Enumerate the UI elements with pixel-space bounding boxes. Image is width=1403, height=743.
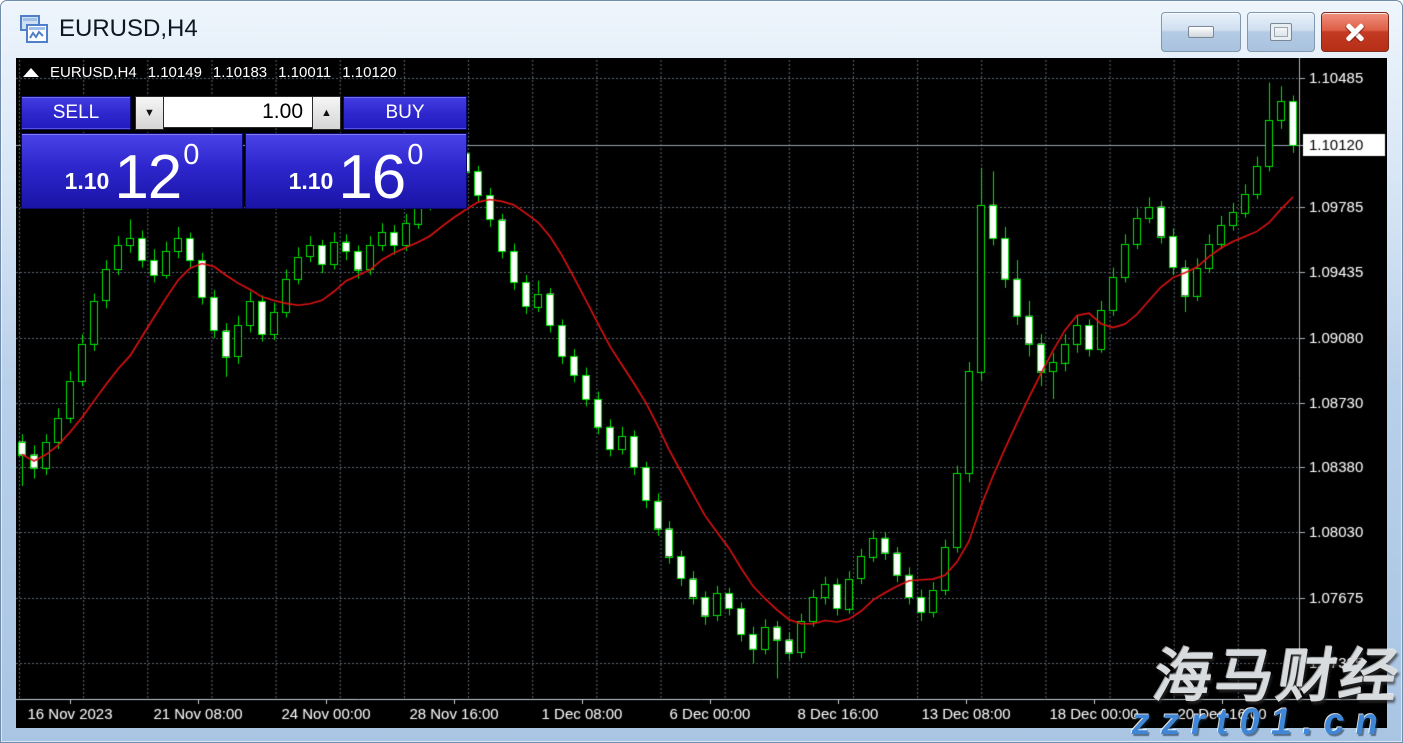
collapse-panel-arrow-icon[interactable] [23,68,39,77]
chart-window: EURUSD,H4 EURUSD,H4 1.10149 1.10183 1.10… [0,0,1403,743]
ohlc-symbol: EURUSD,H4 [50,64,137,81]
chevron-up-icon: ▲ [321,107,332,119]
ask-price-prefix: 1.10 [289,168,334,195]
volume-increase-button[interactable]: ▲ [312,96,341,130]
ask-price-big: 16 [338,153,405,204]
ohlc-open: 1.10149 [148,64,202,81]
maximize-icon [1270,23,1292,41]
minimize-button[interactable] [1161,12,1241,52]
title-bar[interactable]: EURUSD,H4 [0,0,1403,58]
ohlc-close: 1.10120 [342,64,396,81]
chart-icon [19,14,49,44]
close-button[interactable] [1321,12,1389,52]
ohlc-low: 1.10011 [278,64,331,81]
ohlc-header: EURUSD,H4 1.10149 1.10183 1.10011 1.1012… [23,64,397,81]
bid-price-prefix: 1.10 [65,168,110,195]
bid-quote-panel[interactable]: 1.10 12 0 [21,133,243,209]
watermark-url: zzrt01.cn [1128,701,1392,743]
chart-area: EURUSD,H4 1.10149 1.10183 1.10011 1.1012… [16,58,1387,728]
buy-button[interactable]: BUY [343,96,467,130]
ask-quote-panel[interactable]: 1.10 16 0 [245,133,467,209]
volume-input[interactable] [164,96,312,128]
bid-price-sup: 0 [183,139,199,172]
minimize-icon [1188,26,1214,38]
chevron-down-icon: ▼ [144,107,155,119]
window-title: EURUSD,H4 [59,15,198,43]
sell-button[interactable]: SELL [21,96,131,130]
maximize-button[interactable] [1247,12,1315,52]
ohlc-high: 1.10183 [213,64,267,81]
volume-decrease-button[interactable]: ▼ [135,96,164,130]
bid-price-big: 12 [114,153,181,204]
close-icon [1343,20,1367,44]
ask-price-sup: 0 [407,139,423,172]
one-click-trading-panel: SELL ▼ ▲ BUY 1.10 12 0 [21,96,467,209]
